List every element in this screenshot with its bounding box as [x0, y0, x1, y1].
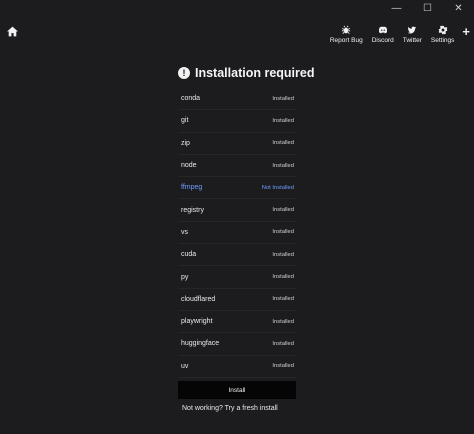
alert-icon: ! — [178, 67, 190, 79]
dependency-status: Installed — [272, 318, 294, 325]
dependency-status: Installed — [272, 229, 294, 236]
dependency-name: huggingface — [181, 340, 220, 348]
report-bug-label: Report Bug — [329, 37, 363, 44]
dependency-status: Installed — [272, 140, 294, 147]
dependency-row-zip: zip Installed — [178, 133, 296, 155]
title-text: Installation required — [195, 66, 315, 80]
home-icon[interactable] — [6, 25, 19, 38]
dependency-name: conda — [181, 95, 201, 103]
dependency-status: Not Installed — [261, 184, 294, 191]
dependency-status: Installed — [272, 363, 294, 370]
dependency-name: uv — [181, 362, 189, 370]
settings-button[interactable]: Settings — [430, 25, 455, 44]
dependency-row-ffmpeg: ffmpeg Not Installed — [178, 177, 296, 200]
dependency-name: py — [181, 273, 189, 281]
dependency-list: conda Installed git Installed zip Instal… — [178, 88, 296, 378]
window-controls: — ☐ ✕ — [381, 0, 474, 16]
dependency-name: git — [181, 117, 189, 125]
add-button[interactable]: + — [462, 24, 470, 39]
dependency-status: Installed — [272, 251, 294, 258]
dependency-row-node: node Installed — [178, 155, 296, 178]
dependency-row-playwright: playwright Installed — [178, 311, 296, 334]
dependency-status: Installed — [272, 117, 294, 124]
dependency-name: playwright — [181, 318, 213, 326]
settings-label: Settings — [430, 37, 455, 44]
dependency-row-uv: uv Installed — [178, 356, 296, 378]
dependency-status: Installed — [272, 162, 294, 169]
dependency-status: Installed — [272, 207, 294, 214]
discord-button[interactable]: Discord — [372, 25, 394, 44]
dependency-row-registry: registry Installed — [178, 199, 296, 222]
close-button[interactable]: ✕ — [443, 0, 474, 16]
dependency-status: Installed — [272, 340, 294, 347]
dependency-status: Installed — [272, 274, 294, 281]
dependency-name: zip — [181, 139, 190, 147]
maximize-button[interactable]: ☐ — [412, 0, 443, 16]
report-bug-button[interactable]: Report Bug — [330, 25, 363, 44]
twitter-label: Twitter — [402, 37, 422, 44]
top-nav: Report Bug Discord Twitter Settings + — [321, 24, 470, 44]
dependency-name: cloudflared — [181, 295, 216, 303]
dependency-name: cuda — [181, 251, 197, 259]
dependency-name: vs — [181, 228, 188, 236]
dependency-row-vs: vs Installed — [178, 222, 296, 245]
dependency-name: registry — [181, 206, 204, 214]
dependency-row-py: py Installed — [178, 266, 296, 289]
dependency-row-cuda: cuda Installed — [178, 244, 296, 267]
dependency-row-cloudflared: cloudflared Installed — [178, 289, 296, 311]
dependency-name: node — [181, 162, 197, 170]
bug-icon — [342, 25, 351, 35]
gear-icon — [438, 25, 447, 35]
twitter-button[interactable]: Twitter — [403, 25, 422, 44]
fresh-install-link[interactable]: Not working? Try a fresh install — [182, 405, 278, 412]
dependency-status: Installed — [272, 296, 294, 303]
twitter-icon — [408, 26, 417, 34]
dependency-row-git: git Installed — [178, 110, 296, 133]
page-title: ! Installation required — [178, 66, 314, 80]
minimize-button[interactable]: — — [381, 0, 412, 16]
discord-label: Discord — [371, 37, 394, 44]
install-button[interactable]: Install — [178, 381, 296, 399]
dependency-status: Installed — [272, 95, 294, 102]
dependency-name: ffmpeg — [181, 184, 203, 192]
dependency-row-huggingface: huggingface Installed — [178, 333, 296, 356]
discord-icon — [378, 26, 387, 34]
dependency-row-conda: conda Installed — [178, 88, 296, 111]
